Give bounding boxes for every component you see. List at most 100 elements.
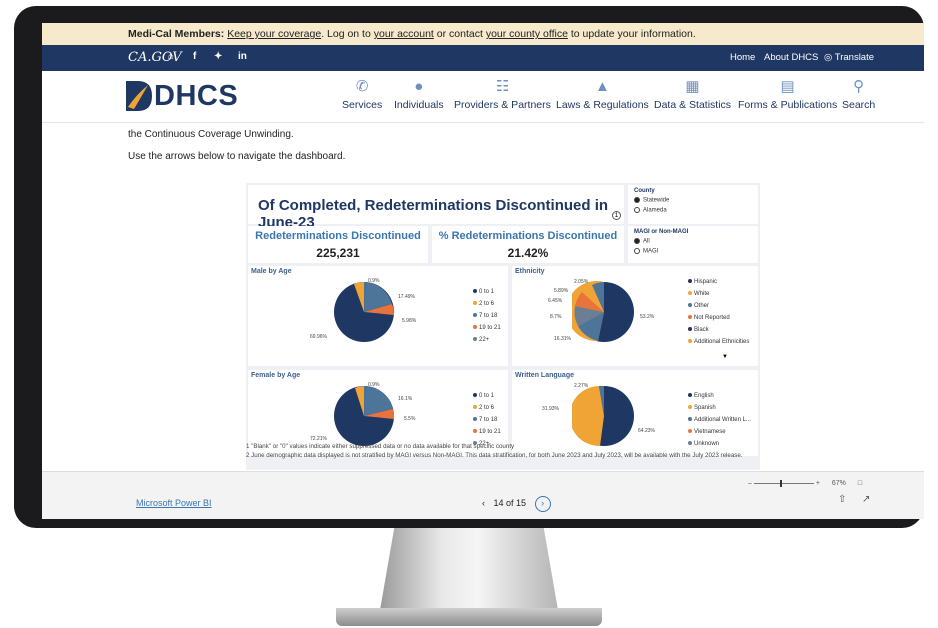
power-bi-toolbar: – + 67% □ Microsoft Power BI ‹ 14 of 15 … <box>42 471 924 519</box>
nav-providers[interactable]: ☷ Providers & Partners <box>454 78 551 112</box>
legend-item[interactable]: Not Reported <box>688 312 749 324</box>
legend-item[interactable]: 2 to 6 <box>473 298 501 310</box>
chart-title: Ethnicity <box>515 268 545 275</box>
chat-icon: ● <box>414 78 424 95</box>
page-navigator: ‹ 14 of 15 › <box>482 496 551 512</box>
legend-item[interactable]: White <box>688 288 749 300</box>
zoom-slider[interactable] <box>753 479 814 487</box>
fit-to-page-icon[interactable]: □ <box>858 480 862 487</box>
report-title-card: Of Completed, Redeterminations Discontin… <box>248 185 624 231</box>
legend-item[interactable]: 0 to 1 <box>473 286 501 298</box>
logo-text: DHCS <box>154 80 239 112</box>
ethnicity-pie <box>572 281 634 342</box>
magi-slicer[interactable]: MAGI or Non-MAGI All MAGI <box>628 226 758 263</box>
radio-selected <box>634 197 640 203</box>
home-link[interactable]: Home <box>730 52 755 63</box>
previous-page-icon[interactable]: ‹ <box>482 498 485 508</box>
zoom-in-icon[interactable]: + <box>816 480 820 487</box>
info-icon[interactable]: 1 <box>612 211 621 220</box>
capitol-icon: ▲ <box>594 78 610 95</box>
nav-data[interactable]: ▦ Data & Statistics <box>654 79 732 112</box>
phone-icon: ✆ <box>355 78 369 95</box>
twitter-icon[interactable]: ✦ <box>214 51 222 62</box>
legend-item[interactable]: 22+ <box>473 334 501 346</box>
pie-label: 31.93% <box>542 406 559 412</box>
share-icon[interactable]: ⇧ <box>838 494 846 505</box>
county-slicer[interactable]: County Statewide Alameda <box>628 185 758 224</box>
legend-item[interactable]: Vietnamese <box>688 426 751 438</box>
radio-selected <box>634 238 640 244</box>
pie-label: 72.21% <box>310 436 327 442</box>
footnote-2: 2 June demographic data displayed is not… <box>246 452 743 459</box>
nav-laws[interactable]: ▲ Laws & Regulations <box>556 78 649 112</box>
county-option-alameda[interactable]: Alameda <box>634 206 752 214</box>
county-option-statewide[interactable]: Statewide <box>634 197 752 204</box>
option-label: MAGI <box>643 248 659 255</box>
pie-label: 0.9% <box>368 382 380 388</box>
fullscreen-icon[interactable]: ↗ <box>862 494 870 505</box>
legend-item[interactable]: Additional Written L... <box>688 414 751 426</box>
legend-item[interactable]: 19 to 21 <box>473 426 501 438</box>
legend-item[interactable]: Spanish <box>688 402 751 414</box>
legend-item[interactable]: 7 to 18 <box>473 310 501 322</box>
facebook-icon[interactable]: f <box>193 51 196 62</box>
legend-scroll-down-icon[interactable]: ▼ <box>722 354 728 360</box>
legend-item[interactable]: Black <box>688 324 749 336</box>
banner-text: or contact <box>433 28 486 40</box>
legend: 0 to 1 2 to 6 7 to 18 19 to 21 22+ <box>473 390 501 450</box>
translate-button[interactable]: ◎ Translate <box>824 52 874 63</box>
male-by-age-chart[interactable]: Male by Age 0.9% 17.49% 5.98% 69.96% 0 t… <box>248 266 508 366</box>
radio-unselected <box>634 206 640 213</box>
keep-coverage-link[interactable]: Keep your coverage <box>227 28 321 40</box>
power-bi-link[interactable]: Microsoft Power BI <box>136 498 212 508</box>
pie-label: 16.31% <box>554 336 571 342</box>
legend: Hispanic White Other Not Reported Black … <box>688 276 749 348</box>
nav-label: Individuals <box>394 99 444 111</box>
chart-title: Written Language <box>515 372 574 379</box>
zoom-out-icon[interactable]: – <box>748 480 752 487</box>
magi-slicer-title: MAGI or Non-MAGI <box>634 229 689 235</box>
your-account-link[interactable]: your account <box>374 28 434 40</box>
legend-item[interactable]: English <box>688 390 751 402</box>
option-label: All <box>643 238 650 245</box>
next-page-icon[interactable]: › <box>534 496 551 512</box>
legend-item[interactable]: 0 to 1 <box>473 390 501 402</box>
nav-forms[interactable]: ▤ Forms & Publications <box>738 79 838 112</box>
banner-text: to update your information. <box>567 28 696 40</box>
legend-item[interactable]: 7 to 18 <box>473 414 501 426</box>
legend-item[interactable]: 2 to 6 <box>473 402 501 414</box>
legend-item[interactable]: Other <box>688 300 749 312</box>
male-pie <box>334 281 395 342</box>
ethnicity-chart[interactable]: Ethnicity 53.2% 16.31% 8.7% 6.45% 5.89% … <box>512 266 758 366</box>
nav-search[interactable]: ⚲ Search <box>842 79 876 112</box>
zoom-handle[interactable] <box>779 479 782 487</box>
kpi-discontinued-card: Redeterminations Discontinued 225,231 <box>248 226 428 263</box>
pie-label: 69.96% <box>310 334 327 340</box>
intro-line-2: Use the arrows below to navigate the das… <box>128 151 346 162</box>
magi-option-all[interactable]: All <box>634 238 752 245</box>
county-office-link[interactable]: your county office <box>486 28 568 40</box>
chart-title: Male by Age <box>251 268 292 275</box>
zoom-control[interactable]: – + 67% □ <box>748 479 862 487</box>
option-label: Statewide <box>643 197 670 204</box>
kpi-discontinued-value: 225,231 <box>316 246 360 260</box>
legend-item[interactable]: Additional Ethnicities <box>688 336 749 348</box>
nav-label: Forms & Publications <box>738 99 838 111</box>
nav-label: Laws & Regulations <box>556 99 649 111</box>
about-dhcs-link[interactable]: About DHCS <box>764 52 818 63</box>
nav-label: Data & Statistics <box>654 99 732 111</box>
option-label: Alameda <box>643 207 667 214</box>
monitor-frame: Medi-Cal Members: Keep your coverage. Lo… <box>14 6 924 528</box>
network-icon: ☷ <box>495 78 510 95</box>
home-icon[interactable]: ⌂ <box>168 51 174 62</box>
linkedin-icon[interactable]: in <box>238 51 247 62</box>
legend-item[interactable]: 19 to 21 <box>473 322 501 334</box>
nav-label: Search <box>842 99 876 111</box>
legend-item[interactable]: Hispanic <box>688 276 749 288</box>
kpi-percent-label: % Redeterminations Discontinued <box>438 230 618 242</box>
magi-option-magi[interactable]: MAGI <box>634 247 752 255</box>
nav-individuals[interactable]: ● Individuals <box>394 78 444 112</box>
language-pie <box>572 385 634 447</box>
kpi-percent-value: 21.42% <box>507 246 549 260</box>
nav-services[interactable]: ✆ Services <box>342 78 382 112</box>
